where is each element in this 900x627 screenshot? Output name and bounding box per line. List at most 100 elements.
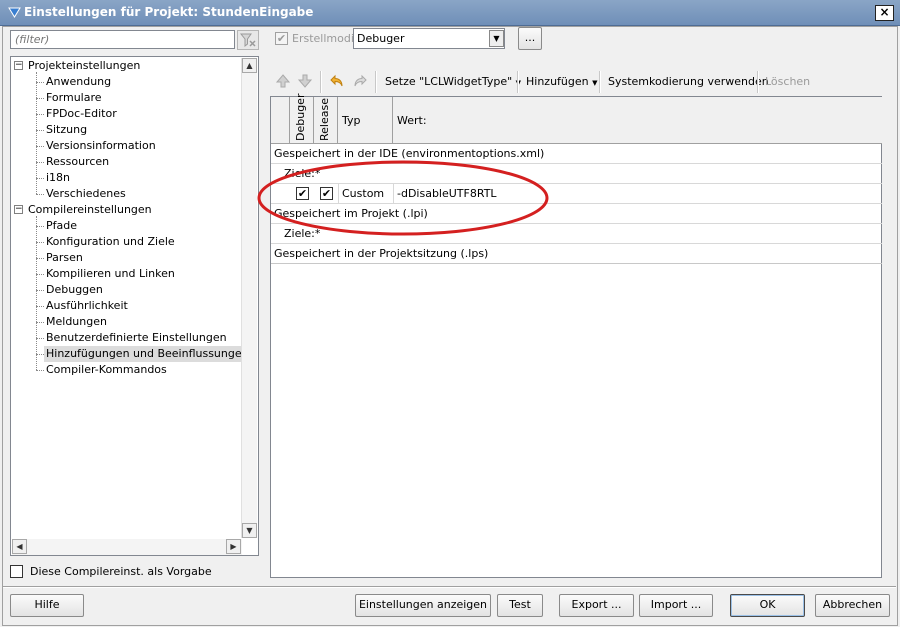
clear-filter-icon (239, 33, 256, 48)
undo-icon[interactable] (329, 73, 345, 89)
tree-item[interactable]: Verschiedenes (11, 186, 241, 202)
abbrechen-button[interactable]: Abbrechen (815, 594, 890, 617)
grid-header-fixed (271, 97, 290, 144)
vorgabe-label: Diese Compilereinst. als Vorgabe (30, 565, 212, 578)
loeschen-button[interactable]: Löschen (765, 74, 810, 90)
bottom-separator (3, 586, 896, 588)
setze-label: Setze "LCLWidgetType" (385, 75, 513, 88)
collapse-icon[interactable]: − (14, 61, 23, 70)
tree-item[interactable]: Debuggen (11, 282, 241, 298)
tree-item-label: Anwendung (46, 75, 112, 88)
chevron-down-icon: ▼ (489, 30, 504, 47)
tree-item[interactable]: FPDoc-Editor (11, 106, 241, 122)
tree-item[interactable]: Versionsinformation (11, 138, 241, 154)
tree-group-group1[interactable]: − Projekteinstellungen (11, 58, 241, 74)
tree-item[interactable]: Formulare (11, 90, 241, 106)
tree-item[interactable]: Kompilieren und Linken (11, 266, 241, 282)
tree-group-label: Projekteinstellungen (28, 59, 141, 72)
tree-item-label: Konfiguration und Ziele (46, 235, 175, 248)
toolbar-separator (757, 71, 759, 93)
tree-item-label: i18n (46, 171, 71, 184)
annotation-ellipse (257, 160, 549, 236)
tree-item-label: Formulare (46, 91, 102, 104)
tree-vertical-scrollbar[interactable]: ▲ ▼ (241, 58, 257, 538)
tree-item-label: Pfade (46, 219, 77, 232)
export-button[interactable]: Export ... (559, 594, 634, 617)
tree-item[interactable]: Benutzerdefinierte Einstellungen (11, 330, 241, 346)
tree-item-label: Meldungen (46, 315, 107, 328)
build-modes-button[interactable]: ... (518, 27, 542, 50)
row-sitzung-label: Gespeichert in der Projektsitzung (.lps) (274, 247, 489, 260)
import-button[interactable]: Import ... (639, 594, 713, 617)
systemkodierung-button[interactable]: Systemkodierung verwenden (608, 74, 769, 90)
tree-item[interactable]: Ressourcen (11, 154, 241, 170)
scroll-down-icon[interactable]: ▼ (242, 523, 257, 538)
toolbar-separator (517, 71, 519, 93)
hinzufuegen-label: Hinzufügen (526, 75, 589, 88)
grid-header-wert: Wert: (393, 97, 882, 144)
app-icon (8, 7, 21, 18)
move-down-icon[interactable] (297, 73, 313, 89)
close-button[interactable]: × (875, 5, 894, 21)
scroll-right-icon[interactable]: ▶ (226, 539, 241, 554)
tree-item-label: Compiler-Kommandos (46, 363, 167, 376)
title-bar: Einstellungen für Projekt: StundenEingab… (0, 0, 900, 26)
tree-item-label: Parsen (46, 251, 83, 264)
build-mode-value: Debuger (357, 32, 405, 45)
header-typ-label: Typ (342, 114, 361, 127)
redo-icon[interactable] (352, 73, 368, 89)
window-title: Einstellungen für Projekt: StundenEingab… (24, 5, 314, 19)
tree-item[interactable]: Konfiguration und Ziele (11, 234, 241, 250)
move-up-icon[interactable] (275, 73, 291, 89)
options-tree[interactable]: − Projekteinstellungen Anwendung Formulare F… (10, 56, 259, 556)
tree-item-label: FPDoc-Editor (46, 107, 117, 120)
toolbar-separator (375, 71, 377, 93)
grid-row-sitzung[interactable]: Gespeichert in der Projektsitzung (.lps) (271, 244, 882, 264)
grid-header-typ: Typ (338, 97, 393, 144)
scroll-up-icon[interactable]: ▲ (242, 58, 257, 73)
build-mode-select[interactable]: Debuger ▼ (353, 28, 505, 49)
tree-group-label: Compilereinstellungen (28, 203, 152, 216)
header-debuger-label: Debuger (294, 93, 307, 141)
tree-item-label: Versionsinformation (46, 139, 156, 152)
tree-horizontal-scrollbar[interactable]: ◀ ▶ (12, 539, 242, 555)
ok-button[interactable]: OK (730, 594, 805, 617)
einstellungen-anzeigen-button[interactable]: Einstellungen anzeigen (355, 594, 491, 617)
collapse-icon[interactable]: − (14, 205, 23, 214)
vorgabe-checkbox[interactable] (10, 565, 23, 578)
setze-widgettype-button[interactable]: Setze "LCLWidgetType" ▼ (385, 74, 521, 90)
header-release-label: Release (318, 98, 331, 141)
tree-item[interactable]: Anwendung (11, 74, 241, 90)
hilfe-button[interactable]: Hilfe (10, 594, 84, 617)
tree-item[interactable]: Compiler-Kommandos (11, 362, 241, 378)
tree-item-label: Verschiedenes (46, 187, 126, 200)
tree-item-label: Ausführlichkeit (46, 299, 128, 312)
chevron-down-icon: ▼ (592, 79, 598, 87)
scroll-left-icon[interactable]: ◀ (12, 539, 27, 554)
tree-item[interactable]: Hinzufügungen und Beeinflussungen (11, 346, 251, 362)
toolbar-separator (599, 71, 601, 93)
clear-filter-button[interactable] (237, 30, 259, 50)
tree-item-label: Ressourcen (46, 155, 110, 168)
test-button[interactable]: Test (497, 594, 543, 617)
tree-item[interactable]: Pfade (11, 218, 241, 234)
tree-item[interactable]: Sitzung (11, 122, 241, 138)
tree-item-label: Kompilieren und Linken (46, 267, 175, 280)
tree-item-label: Sitzung (46, 123, 88, 136)
erstellmodi-checkbox[interactable]: ✔ (275, 32, 288, 45)
erstellmodi-label: Erstellmodi (292, 32, 354, 45)
tree-item[interactable]: i18n (11, 170, 241, 186)
header-wert-label: Wert: (397, 114, 427, 127)
tree-item[interactable]: Ausführlichkeit (11, 298, 241, 314)
tree-item[interactable]: Meldungen (11, 314, 241, 330)
hinzufuegen-button[interactable]: Hinzufügen ▼ (526, 74, 598, 90)
filter-input[interactable] (10, 30, 235, 49)
tree-item[interactable]: Parsen (11, 250, 241, 266)
toolbar-separator (320, 71, 322, 93)
tree-item-label: Hinzufügungen und Beeinflussungen (44, 346, 251, 362)
tree-group-group2[interactable]: − Compilereinstellungen (11, 202, 241, 218)
tree-item-label: Debuggen (46, 283, 103, 296)
grid-header-release: Release (314, 97, 338, 144)
tree-item-label: Benutzerdefinierte Einstellungen (46, 331, 227, 344)
grid-header-debuger: Debuger (290, 93, 314, 144)
